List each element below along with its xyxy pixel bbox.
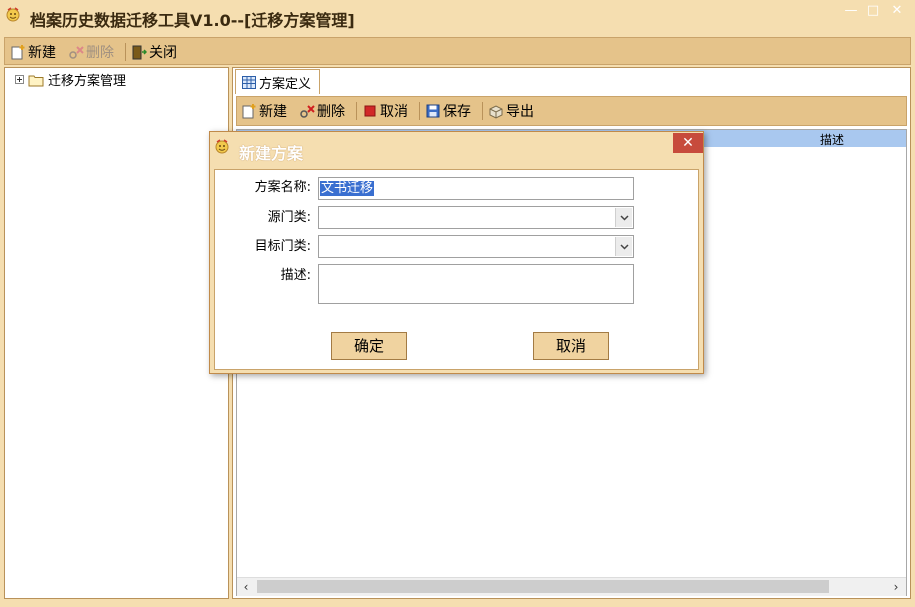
tree-node-label: 迁移方案管理 [48, 74, 127, 89]
description-textarea[interactable] [318, 264, 634, 304]
app-smiley-icon [6, 7, 20, 22]
folder-icon [28, 75, 44, 86]
toolbar-delete-label: 删除 [86, 45, 114, 61]
toolbar-separator [419, 102, 420, 120]
export-box-icon [489, 105, 503, 119]
scheme-export-button[interactable]: 导出 [488, 101, 534, 121]
new-scheme-dialog: 新建方案 ✕ 方案名称: 文书迁移 源门类: 目标门类: 描述: 确定 取消 [209, 131, 704, 374]
scheme-name-value: 文书迁移 [320, 181, 375, 196]
toolbar-separator [482, 102, 483, 120]
toolbar-close-button[interactable]: 关闭 [131, 42, 177, 62]
ok-button[interactable]: 确定 [331, 332, 407, 360]
tab-scheme-definition[interactable]: 方案定义 [235, 69, 321, 94]
dialog-title: 新建方案 [239, 144, 304, 163]
toolbar-delete-button[interactable]: 删除 [68, 42, 114, 62]
scheme-delete-button[interactable]: 删除 [299, 101, 345, 121]
window-close-button[interactable]: ✕ [888, 4, 906, 18]
scheme-delete-label: 删除 [317, 104, 345, 120]
delete-icon [300, 105, 315, 118]
scheme-save-button[interactable]: 保存 [425, 101, 471, 121]
exit-door-icon [132, 45, 147, 60]
horizontal-scrollbar[interactable]: ‹ › [237, 577, 906, 596]
dialog-title-bar: 新建方案 ✕ [210, 132, 703, 168]
scheme-new-label: 新建 [259, 104, 287, 120]
save-disk-icon [426, 104, 440, 118]
source-category-select[interactable] [318, 206, 634, 229]
toolbar-close-label: 关闭 [149, 45, 177, 61]
tab-label: 方案定义 [259, 76, 312, 92]
scheme-name-label: 方案名称: [254, 180, 311, 195]
stop-icon [364, 105, 376, 117]
tab-strip: 方案定义 [233, 68, 910, 95]
toolbar-separator [125, 43, 126, 61]
scheme-name-input[interactable]: 文书迁移 [318, 177, 634, 200]
source-category-label: 源门类: [267, 210, 311, 225]
target-category-label: 目标门类: [254, 239, 311, 254]
new-document-icon [11, 45, 25, 60]
maximize-button[interactable]: □ [864, 4, 882, 18]
toolbar-new-button[interactable]: 新建 [10, 42, 56, 62]
dialog-close-button[interactable]: ✕ [673, 133, 703, 153]
description-label: 描述: [280, 268, 311, 283]
chevron-down-icon[interactable] [615, 208, 632, 227]
tree-expand-icon[interactable] [15, 75, 24, 84]
new-document-icon [242, 104, 256, 119]
target-category-select[interactable] [318, 235, 634, 258]
scheme-toolbar: 新建 删除 取消 保存 导出 [236, 96, 907, 126]
scheme-new-button[interactable]: 新建 [241, 101, 287, 121]
scroll-left-arrow-icon[interactable]: ‹ [238, 579, 254, 595]
window-title-bar: 档案历史数据迁移工具V1.0--[迁移方案管理] — □ ✕ [0, 0, 915, 36]
delete-icon [69, 46, 84, 59]
toolbar-separator [356, 102, 357, 120]
grid-column-header-description[interactable]: 描述 [820, 131, 844, 148]
tree-node-root[interactable]: 迁移方案管理 [15, 70, 126, 89]
scheme-save-label: 保存 [443, 104, 471, 120]
window-bottom-border [0, 600, 915, 607]
window-title: 档案历史数据迁移工具V1.0--[迁移方案管理] [30, 11, 355, 30]
dialog-body: 方案名称: 文书迁移 源门类: 目标门类: 描述: 确定 取消 [214, 169, 699, 370]
dialog-smiley-icon [215, 139, 229, 154]
toolbar-new-label: 新建 [28, 45, 56, 61]
scroll-right-arrow-icon[interactable]: › [888, 579, 904, 595]
scheme-cancel-button[interactable]: 取消 [362, 101, 408, 121]
chevron-down-icon[interactable] [615, 237, 632, 256]
minimize-button[interactable]: — [842, 4, 860, 18]
scrollbar-thumb[interactable] [257, 580, 829, 593]
table-icon [242, 75, 256, 89]
tree-panel: 迁移方案管理 [4, 67, 229, 599]
scheme-cancel-label: 取消 [380, 104, 408, 120]
scheme-export-label: 导出 [506, 104, 534, 120]
cancel-button[interactable]: 取消 [533, 332, 609, 360]
main-toolbar: 新建 删除 关闭 [4, 37, 911, 65]
